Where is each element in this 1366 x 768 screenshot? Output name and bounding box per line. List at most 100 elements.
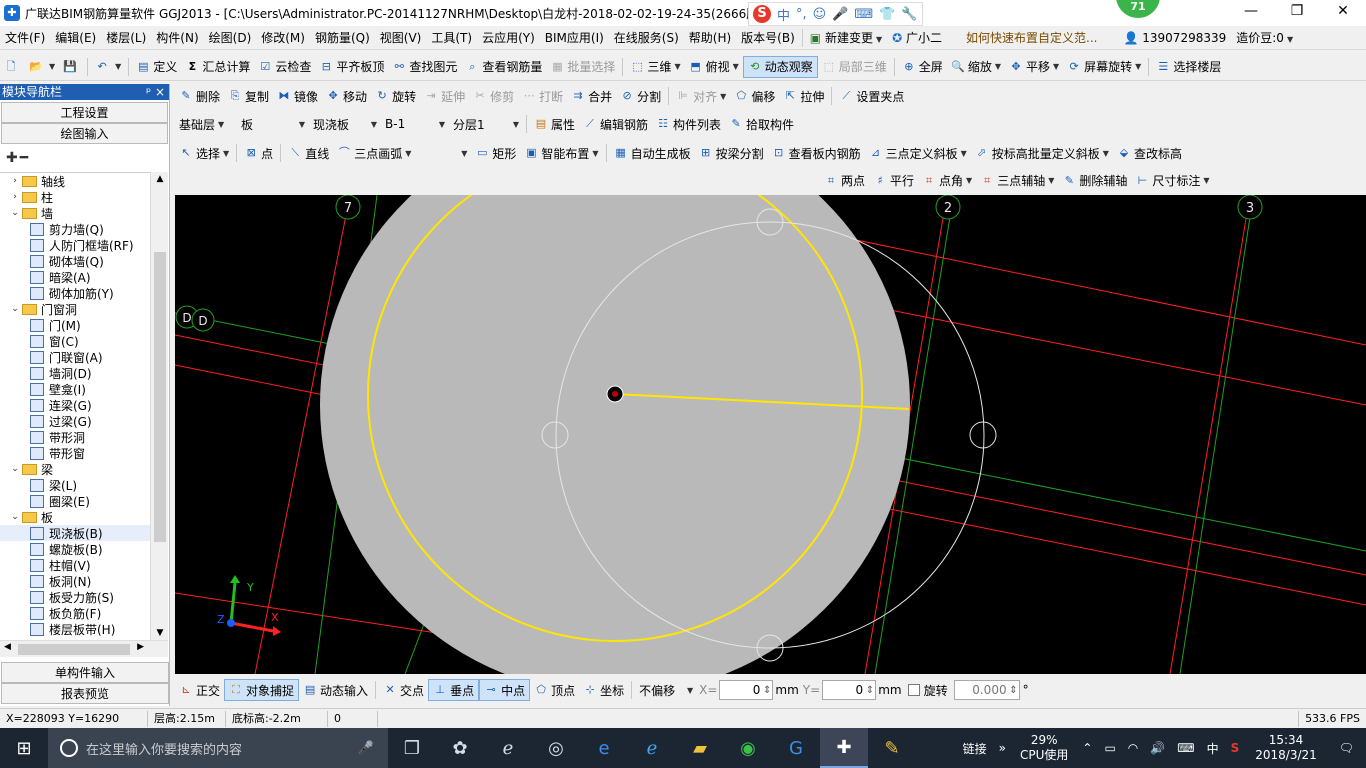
tree-item[interactable]: 板洞(N) xyxy=(0,573,150,589)
type-select[interactable]: 现浇板 ▼ xyxy=(309,113,381,135)
tree-folder[interactable]: › 柱 xyxy=(0,189,150,205)
tree-vertical-scrollbar[interactable]: ▲ ▼ xyxy=(150,172,168,640)
define-button[interactable]: ▤ 定义 xyxy=(132,56,181,78)
scroll-left-icon[interactable]: ◀ xyxy=(4,642,11,652)
help-link[interactable]: 如何快速布置自定义范... xyxy=(961,29,1102,46)
tree-folder[interactable]: ⌄ 门窗洞 xyxy=(0,301,150,317)
tree-item[interactable]: 暗梁(A) xyxy=(0,269,150,285)
pick-element-button[interactable]: ✎ 拾取构件 xyxy=(725,113,798,135)
y-input[interactable]: 0 xyxy=(822,680,877,700)
maximize-button[interactable]: ❐ xyxy=(1274,0,1320,24)
three-point-slope-button[interactable]: ⊿ 三点定义斜板 ▼ xyxy=(865,142,971,164)
ime-toolbar[interactable]: S 中 °, ☺ 🎤 ⌨ 👕 🔧 xyxy=(748,2,923,26)
find-element-button[interactable]: ⚯ 查找图元 xyxy=(388,56,461,78)
ime-mode[interactable]: 中 xyxy=(777,5,790,24)
scroll-thumb[interactable] xyxy=(18,644,130,655)
ime-punct[interactable]: °, xyxy=(796,7,807,22)
chevron-right-icon[interactable]: › xyxy=(8,176,22,186)
clock[interactable]: 15:34 2018/3/21 xyxy=(1245,733,1327,763)
rotate-checkbox[interactable] xyxy=(907,684,920,696)
file-explorer-icon[interactable]: ▰ xyxy=(676,728,724,768)
split-by-beam-button[interactable]: ⊞ 按梁分割 xyxy=(695,142,768,164)
dimension-button[interactable]: ⊢ 尺寸标注 ▼ xyxy=(1131,170,1213,192)
floor-select[interactable]: 基础层 ▼ xyxy=(175,113,237,135)
menu-edit[interactable]: 编辑(E) xyxy=(50,29,101,46)
edge-icon[interactable]: e xyxy=(580,728,628,768)
volume-icon[interactable]: 🔊 xyxy=(1144,741,1171,755)
menu-file[interactable]: 文件(F) xyxy=(0,29,50,46)
chevron-down-icon[interactable]: ⌄ xyxy=(8,304,22,314)
extend-button[interactable]: ⇥ 延伸 xyxy=(420,85,469,107)
x-input[interactable]: 0 xyxy=(719,680,774,700)
flush-slab-button[interactable]: ⊟ 平齐板顶 xyxy=(315,56,388,78)
split-button[interactable]: ⊘ 分割 xyxy=(616,85,665,107)
tree-item[interactable]: 柱帽(V) xyxy=(0,557,150,573)
rotate-button[interactable]: ↻ 旋转 xyxy=(371,85,420,107)
browser-360-icon[interactable]: ◉ xyxy=(724,728,772,768)
tree-item[interactable]: 连梁(G) xyxy=(0,397,150,413)
tree-item[interactable]: 螺旋板(B) xyxy=(0,541,150,557)
mirror-button[interactable]: ⧓ 镜像 xyxy=(273,85,322,107)
tree-item[interactable]: 板受力筋(S) xyxy=(0,589,150,605)
coordinate-snap[interactable]: ⊹ 坐标 xyxy=(579,679,628,701)
ime-indicator[interactable]: 中 xyxy=(1201,740,1225,757)
drawing-canvas[interactable]: 7 2 3 D D Y X Z xyxy=(175,195,1366,674)
pinwheel-app-icon[interactable]: ✿ xyxy=(436,728,484,768)
draw-mode-select[interactable]: ▼ xyxy=(415,142,471,164)
task-view-icon[interactable]: ❐ xyxy=(388,728,436,768)
tree-folder[interactable]: ⌄ 墙 xyxy=(0,205,150,221)
collapse-all-icon[interactable]: ━ xyxy=(20,150,28,166)
edit-rebar-button[interactable]: ⟋ 编辑钢筋 xyxy=(579,113,652,135)
chat-app-icon[interactable]: ◎ xyxy=(532,728,580,768)
copy-button[interactable]: ⎘ 复制 xyxy=(224,85,273,107)
tree-item[interactable]: 带形窗 xyxy=(0,445,150,461)
select-tool-button[interactable]: ↖ 选择 ▼ xyxy=(175,142,233,164)
three-point-axis-button[interactable]: ⌗ 三点辅轴 ▼ xyxy=(976,170,1058,192)
rotate-input[interactable]: 0.000 xyxy=(953,680,1020,700)
menu-help[interactable]: 帮助(H) xyxy=(684,29,736,46)
glodon-app-icon[interactable]: G xyxy=(772,728,820,768)
open-file-button[interactable]: 📂 ▼ xyxy=(25,56,59,78)
close-button[interactable]: ✕ xyxy=(1320,0,1366,24)
scroll-thumb[interactable] xyxy=(154,252,166,542)
battery-icon[interactable]: ▭ xyxy=(1098,741,1121,755)
ggj-app-icon[interactable]: ✚ xyxy=(820,728,868,768)
sogou-tray-icon[interactable]: S xyxy=(1225,741,1246,755)
move-button[interactable]: ✥ 移动 xyxy=(322,85,371,107)
ortho-toggle[interactable]: ⊾ 正交 xyxy=(175,679,224,701)
cpu-meter[interactable]: 29% CPU使用 xyxy=(1012,733,1076,763)
line-tool-button[interactable]: ⟍ 直线 xyxy=(284,142,333,164)
tree-item[interactable]: 砌体加筋(Y) xyxy=(0,285,150,301)
point-angle-button[interactable]: ⌗ 点角 ▼ xyxy=(918,170,976,192)
local-3d-button[interactable]: ⬚ 局部三维 xyxy=(818,56,891,78)
single-input-button[interactable]: 单构件输入 xyxy=(1,662,169,683)
menu-draw[interactable]: 绘图(D) xyxy=(204,29,257,46)
arc-tool-button[interactable]: ⌒ 三点画弧 ▼ xyxy=(333,142,415,164)
scroll-down-icon[interactable]: ▼ xyxy=(151,628,169,638)
new-file-button[interactable]: 🗋 xyxy=(0,56,25,78)
project-settings-button[interactable]: 工程设置 xyxy=(1,102,168,123)
windows-start-button[interactable]: ⊞ xyxy=(0,728,48,768)
rotate-screen-button[interactable]: ⟳ 屏幕旋转 ▼ xyxy=(1063,56,1145,78)
tree-item[interactable]: 窗(C) xyxy=(0,333,150,349)
break-button[interactable]: ⋯ 打断 xyxy=(518,85,567,107)
tree-item[interactable]: 门联窗(A) xyxy=(0,349,150,365)
microphone-icon[interactable]: 🎤 xyxy=(358,741,374,756)
object-snap-toggle[interactable]: ⛶ 对象捕捉 xyxy=(224,679,300,701)
link-label[interactable]: 链接 xyxy=(957,740,993,757)
merge-button[interactable]: ⇉ 合并 xyxy=(567,85,616,107)
show-more-icon[interactable]: » xyxy=(993,741,1012,755)
pin-close-icon[interactable]: ᵖ × xyxy=(146,84,169,100)
settings-icon[interactable]: 🔧 xyxy=(901,7,917,22)
tree-item[interactable]: 人防门框墙(RF) xyxy=(0,237,150,253)
tree-item[interactable]: 板负筋(F) xyxy=(0,605,150,621)
user-account[interactable]: 👤 13907298339 xyxy=(1118,31,1231,45)
tree-folder[interactable]: ⌄ 板 xyxy=(0,509,150,525)
notes-app-icon[interactable]: ✎ xyxy=(868,728,916,768)
assistant-menu[interactable]: ✪ 广小二 xyxy=(887,29,947,46)
touch-keyboard-icon[interactable]: ⌨ xyxy=(1171,741,1200,755)
stretch-button[interactable]: ⇱ 拉伸 xyxy=(779,85,828,107)
voice-icon[interactable]: 🎤 xyxy=(832,7,848,22)
vertex-snap[interactable]: ⬠ 顶点 xyxy=(530,679,579,701)
perpendicular-snap[interactable]: ⊥ 垂点 xyxy=(428,679,480,701)
